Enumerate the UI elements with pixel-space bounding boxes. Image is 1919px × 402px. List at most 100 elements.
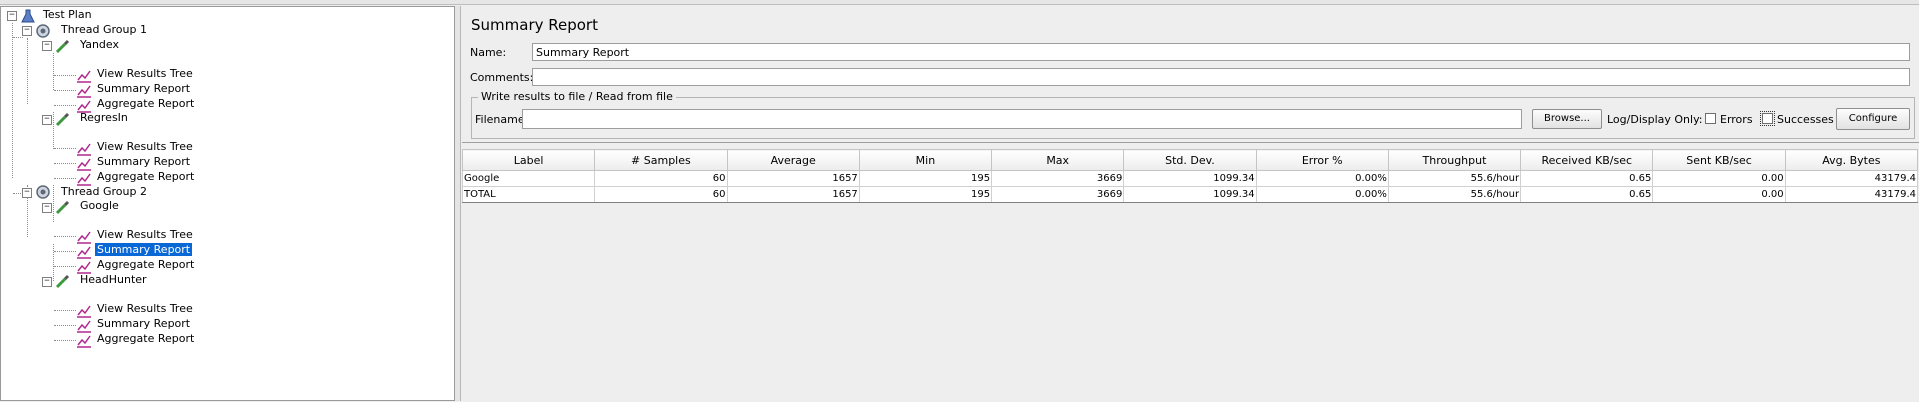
tree-node-test-plan[interactable]: Test Plan: [41, 8, 94, 21]
table-row[interactable]: Google 60 1657 195 3669 1099.34 0.00% 55…: [461, 170, 1919, 187]
collapse-toggle[interactable]: −: [22, 26, 32, 36]
tree-node-headhunter[interactable]: HeadHunter: [78, 273, 149, 286]
tree-node-summary-report[interactable]: Summary Report: [95, 155, 192, 168]
column-header[interactable]: Average: [726, 149, 860, 171]
tree-guide: [54, 90, 76, 91]
column-header[interactable]: Min: [858, 149, 993, 171]
tree-guide: [13, 37, 23, 38]
table-cell: 3669: [991, 170, 1125, 187]
column-header[interactable]: Throughput: [1387, 149, 1522, 171]
tree-node-thread-group-1[interactable]: Thread Group 1: [59, 23, 149, 36]
tree-node-summary-report[interactable]: Summary Report: [95, 82, 192, 95]
tree-guide: [54, 251, 76, 252]
collapse-toggle[interactable]: −: [42, 115, 52, 125]
pipette-icon: [55, 39, 70, 54]
tree-guide: [54, 105, 76, 106]
graph-icon: [77, 246, 91, 259]
column-header[interactable]: Max: [991, 149, 1125, 171]
table-cell: 1099.34: [1123, 170, 1257, 187]
collapse-toggle[interactable]: −: [42, 203, 52, 213]
table-cell: 3669: [991, 186, 1125, 203]
log-display-label: Log/Display Only:: [1607, 113, 1703, 126]
tree-guide: [12, 23, 13, 178]
table-header-row: Label # Samples Average Min Max Std. Dev…: [461, 149, 1919, 171]
tree-node-google[interactable]: Google: [78, 199, 121, 212]
tree-node-yandex[interactable]: Yandex: [78, 38, 121, 51]
tree-node-regresin[interactable]: RegresIn: [78, 111, 130, 124]
table-cell: 60: [594, 186, 728, 203]
errors-checkbox[interactable]: [1705, 113, 1716, 124]
tree-guide: [54, 148, 76, 149]
tree-node-aggregate-report[interactable]: Aggregate Report: [95, 332, 196, 345]
tree-guide: [54, 178, 76, 179]
tree-guide: [54, 310, 76, 311]
collapse-toggle[interactable]: −: [42, 41, 52, 51]
collapse-toggle[interactable]: −: [22, 188, 32, 198]
column-header[interactable]: Sent KB/sec: [1652, 149, 1786, 171]
table-cell: 60: [594, 170, 728, 187]
graph-icon: [77, 158, 91, 171]
filename-label: Filename: [475, 113, 525, 126]
column-header[interactable]: Received KB/sec: [1520, 149, 1654, 171]
table-cell: 55.6/hour: [1387, 170, 1522, 187]
split-pane-divider[interactable]: [455, 6, 461, 401]
table-row-total[interactable]: TOTAL 60 1657 195 3669 1099.34 0.00% 55.…: [461, 186, 1919, 203]
successes-label: Successes: [1777, 113, 1834, 126]
graph-icon: [77, 305, 91, 318]
filename-field[interactable]: [522, 109, 1522, 129]
table-cell: 0.00%: [1255, 170, 1389, 187]
name-field[interactable]: [532, 43, 1910, 61]
browse-button[interactable]: Browse...: [1532, 109, 1602, 129]
tree-node-view-results-tree[interactable]: View Results Tree: [95, 67, 195, 80]
table-cell: 43179.4: [1784, 170, 1919, 187]
tree-node-aggregate-report[interactable]: Aggregate Report: [95, 97, 196, 110]
successes-checkbox[interactable]: [1760, 111, 1775, 126]
graph-icon: [77, 231, 91, 244]
tree-node-view-results-tree[interactable]: View Results Tree: [95, 228, 195, 241]
table-cell: 43179.4: [1784, 186, 1919, 203]
column-header[interactable]: Label: [461, 149, 596, 171]
column-header[interactable]: Error %: [1255, 149, 1389, 171]
tree-guide: [54, 266, 76, 267]
table-cell: 0.00: [1652, 170, 1786, 187]
table-cell: 0.00%: [1255, 186, 1389, 203]
tree-node-aggregate-report[interactable]: Aggregate Report: [95, 258, 196, 271]
table-cell: Google: [461, 170, 596, 187]
name-label: Name:: [470, 46, 507, 59]
tree-node-view-results-tree[interactable]: View Results Tree: [95, 302, 195, 315]
configure-button[interactable]: Configure: [1836, 108, 1910, 130]
tree-guide: [54, 325, 76, 326]
table-cell: 1657: [726, 170, 860, 187]
summary-report-panel: Summary Report Name: Comments: Write res…: [461, 6, 1919, 402]
collapse-toggle[interactable]: −: [42, 277, 52, 287]
tree-node-view-results-tree[interactable]: View Results Tree: [95, 140, 195, 153]
tree-guide: [53, 185, 54, 222]
graph-icon: [77, 143, 91, 156]
gear-icon: [36, 24, 50, 38]
tree-guide: [53, 53, 54, 90]
tree-guide: [54, 75, 76, 76]
tree-node-aggregate-report[interactable]: Aggregate Report: [95, 170, 196, 183]
pipette-icon: [55, 200, 70, 215]
column-header[interactable]: Std. Dev.: [1123, 149, 1257, 171]
test-plan-tree[interactable]: − Test Plan − Thread Group 1 − Yandex Vi…: [0, 6, 455, 401]
comments-field[interactable]: [532, 68, 1910, 86]
collapse-toggle[interactable]: −: [7, 11, 17, 21]
file-section: Write results to file / Read from file F…: [471, 90, 1915, 139]
table-cell: 0.00: [1652, 186, 1786, 203]
graph-icon: [77, 320, 91, 333]
table-cell: 1657: [726, 186, 860, 203]
column-header[interactable]: # Samples: [594, 149, 728, 171]
tree-node-thread-group-2[interactable]: Thread Group 2: [59, 185, 149, 198]
table-cell: TOTAL: [461, 186, 596, 203]
top-toolbar-strip: [0, 0, 1919, 5]
results-table: Label # Samples Average Min Max Std. Dev…: [461, 149, 1919, 203]
graph-icon: [77, 335, 91, 348]
column-header[interactable]: Avg. Bytes: [1784, 149, 1919, 171]
tree-node-summary-report[interactable]: Summary Report: [95, 317, 192, 330]
table-cell: 55.6/hour: [1387, 186, 1522, 203]
tree-guide: [54, 236, 76, 237]
tree-node-summary-report-selected[interactable]: Summary Report: [95, 243, 193, 256]
table-cell: 195: [858, 186, 993, 203]
flask-icon: [21, 9, 35, 23]
